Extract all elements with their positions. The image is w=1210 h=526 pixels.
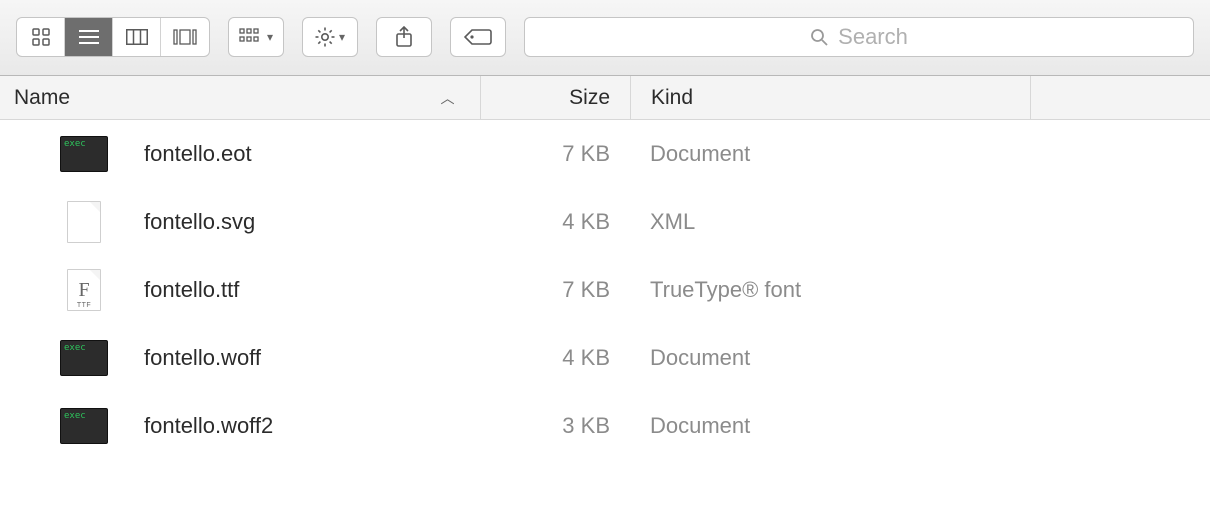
file-name-cell: fontello.woff [0,337,480,379]
file-name: fontello.woff2 [144,413,273,439]
sort-ascending-icon: 〈 [437,91,457,105]
search-icon [810,28,828,46]
gallery-view-button[interactable] [161,18,209,56]
arrange-icon [239,28,263,46]
file-list: fontello.eot7 KBDocumentfontello.svg4 KB… [0,120,1210,460]
file-name: fontello.svg [144,209,255,235]
file-kind: XML [630,209,1190,235]
file-name: fontello.woff [144,345,261,371]
chevron-down-icon: ▾ [339,30,345,44]
file-size: 7 KB [480,141,630,167]
file-row[interactable]: fontello.woff2 3 KBDocument [0,392,1210,460]
header-size[interactable]: Size [480,76,630,119]
grid-icon [32,28,50,46]
document-file-icon [67,201,101,243]
file-size: 4 KB [480,209,630,235]
file-kind: Document [630,141,1190,167]
view-mode-group [16,17,210,57]
exec-file-icon [60,408,108,444]
header-name-label: Name [14,86,70,110]
action-button[interactable]: ▾ [302,17,358,57]
file-name: fontello.ttf [144,277,239,303]
list-view-button[interactable] [65,18,113,56]
file-name: fontello.eot [144,141,252,167]
tags-button[interactable] [450,17,506,57]
header-extra[interactable] [1030,76,1210,119]
file-name-cell: fontello.woff2 [0,405,480,447]
finder-toolbar: ▾ ▾ [0,0,1210,76]
column-view-button[interactable] [113,18,161,56]
share-icon [395,26,413,48]
tag-icon [464,28,492,46]
search-field[interactable]: Search [524,17,1194,57]
exec-file-icon [60,340,108,376]
file-row[interactable]: fontello.woff 4 KBDocument [0,324,1210,392]
exec-file-icon [60,136,108,172]
file-name-cell: FTTF fontello.ttf [0,269,480,311]
column-headers: Name 〈 Size Kind [0,76,1210,120]
columns-icon [126,29,148,45]
chevron-down-icon: ▾ [267,30,273,44]
share-button[interactable] [376,17,432,57]
file-kind: TrueType® font [630,277,1190,303]
header-kind[interactable]: Kind [630,76,1030,119]
file-name-cell: fontello.svg [0,201,480,243]
coverflow-icon [173,29,197,45]
arrange-button[interactable]: ▾ [228,17,284,57]
file-size: 3 KB [480,413,630,439]
file-size: 4 KB [480,345,630,371]
file-row[interactable]: fontello.svg 4 KBXML [0,188,1210,256]
header-kind-label: Kind [651,86,693,110]
search-placeholder: Search [838,24,908,50]
file-row[interactable]: FTTF fontello.ttf 7 KBTrueType® font [0,256,1210,324]
header-size-label: Size [569,86,610,110]
gear-icon [315,27,335,47]
file-kind: Document [630,413,1190,439]
file-row[interactable]: fontello.eot 7 KBDocument [0,120,1210,188]
ttf-file-icon: FTTF [67,269,101,311]
file-kind: Document [630,345,1190,371]
header-name[interactable]: Name 〈 [0,86,480,110]
icon-view-button[interactable] [17,18,65,56]
file-name-cell: fontello.eot [0,133,480,175]
file-size: 7 KB [480,277,630,303]
list-icon [79,29,99,45]
